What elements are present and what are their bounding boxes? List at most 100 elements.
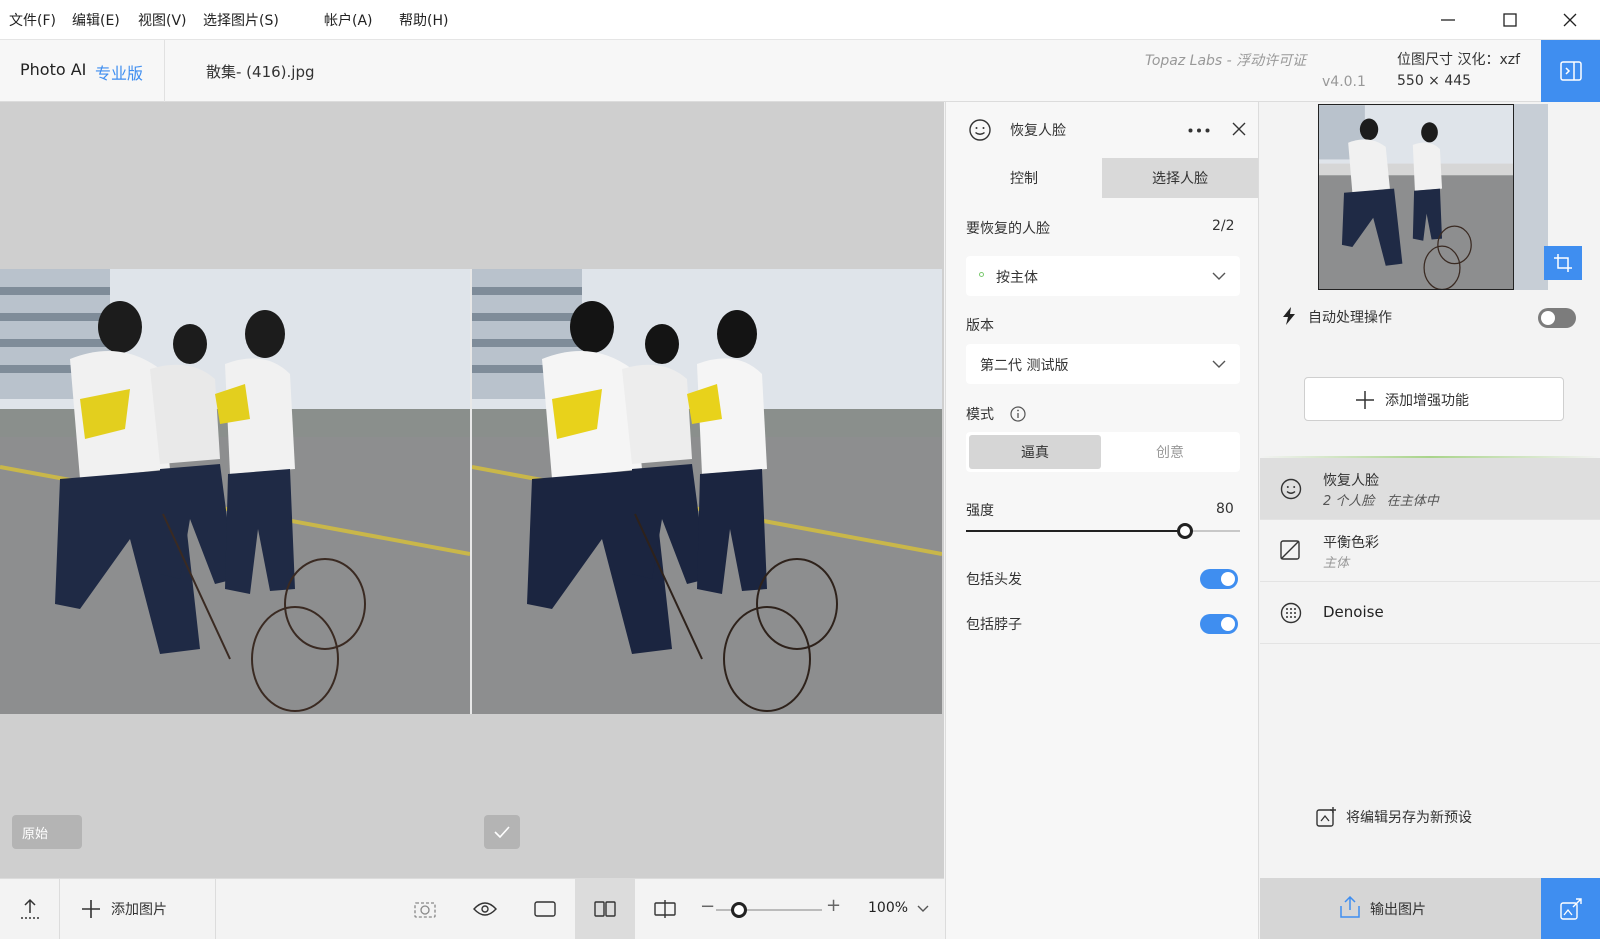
maximize-icon — [1503, 13, 1517, 27]
enhancement-item-denoise[interactable]: Denoise — [1260, 582, 1600, 644]
file-name: 散集- (416).jpg — [206, 63, 315, 81]
face-icon — [969, 119, 991, 141]
single-view-button[interactable] — [520, 879, 570, 939]
mode-realistic-label: 逼真 — [1021, 445, 1049, 461]
version-value: 第二代 测试版 — [980, 358, 1069, 374]
mode-segmented-control: 逼真 创意 — [966, 432, 1240, 472]
version-label: v4.0.1 — [1322, 74, 1366, 90]
license-label: Topaz Labs - 浮动许可证 — [1145, 53, 1307, 69]
zoom-slider[interactable] — [716, 902, 822, 918]
close-panel-icon[interactable] — [1232, 122, 1246, 136]
face-mode-value: 按主体 — [996, 270, 1038, 286]
zoom-slider-thumb[interactable] — [731, 902, 748, 918]
add-enhancement-button[interactable]: 添加增强功能 — [1304, 377, 1564, 421]
include-neck-label: 包括脖子 — [966, 617, 1022, 633]
header-divider — [164, 40, 165, 102]
enhancement-item-face-recovery[interactable]: 恢复人脸 2 个人脸 在主体中 — [1260, 458, 1600, 520]
compare-divider[interactable] — [470, 269, 472, 714]
tab-control[interactable]: 控制 — [946, 158, 1102, 198]
preview-toggle-button[interactable] — [460, 879, 510, 939]
mode-creative-button[interactable]: 创意 — [1104, 435, 1236, 469]
edition-label: 专业版 — [95, 64, 144, 83]
crop-button[interactable] — [1544, 246, 1582, 280]
enhancement-title: 恢复人脸 — [1323, 473, 1379, 489]
zoom-level[interactable]: 100% — [868, 900, 908, 916]
camera-icon — [414, 902, 436, 918]
more-options-icon[interactable] — [1188, 128, 1210, 133]
version-dropdown[interactable]: 第二代 测试版 — [966, 344, 1240, 384]
processed-check-badge — [484, 815, 520, 849]
check-icon — [494, 826, 510, 838]
zoom-out-button[interactable]: − — [700, 896, 715, 917]
bitmap-size-label: 位图尺寸 汉化：xzf — [1397, 52, 1521, 68]
image-canvas[interactable]: 原始 — [0, 102, 944, 878]
info-icon[interactable] — [1010, 406, 1026, 422]
strength-value: 80 — [1216, 501, 1234, 517]
mode-label: 模式 — [966, 407, 994, 423]
sidebar-toggle-icon — [1559, 61, 1582, 81]
chevron-down-icon — [1212, 272, 1226, 280]
processed-image — [472, 269, 942, 714]
lightning-icon — [1283, 307, 1295, 325]
split-view-button[interactable] — [640, 879, 690, 939]
crop-icon — [1554, 254, 1572, 272]
export-label: 输出图片 — [1370, 902, 1426, 918]
upload-icon — [20, 898, 39, 919]
plus-icon — [82, 900, 100, 918]
menu-select-image[interactable]: 选择图片(S) — [203, 10, 279, 30]
enhancement-title: 平衡色彩 — [1323, 535, 1379, 551]
include-hair-toggle[interactable] — [1200, 569, 1238, 589]
version-label: 版本 — [966, 318, 994, 334]
navigator-thumbnail-overflow — [1514, 104, 1548, 290]
strength-slider-fill — [966, 530, 1186, 532]
chevron-down-icon[interactable] — [917, 905, 929, 913]
save-preset-label: 将编辑另存为新预设 — [1346, 810, 1472, 826]
menu-view[interactable]: 视图(V) — [138, 10, 187, 30]
mode-realistic-button[interactable]: 逼真 — [969, 435, 1101, 469]
tab-select-face[interactable]: 选择人脸 — [1102, 158, 1258, 198]
toggle-sidebar-button[interactable] — [1541, 40, 1600, 102]
enhancement-subtitle: 2 个人脸 在主体中 — [1323, 494, 1439, 509]
strength-slider-thumb[interactable] — [1177, 523, 1194, 539]
export-button[interactable]: 输出图片 — [1260, 878, 1541, 939]
add-image-button[interactable]: 添加图片 — [60, 879, 216, 939]
zoom-in-button[interactable]: + — [826, 895, 841, 916]
quick-export-button[interactable] — [1541, 878, 1600, 939]
faces-count: 2/2 — [1212, 218, 1235, 234]
menu-account[interactable]: 帐户(A) — [324, 10, 373, 30]
app-name: Photo AI — [20, 60, 87, 79]
close-window-button[interactable] — [1540, 0, 1600, 40]
face-mode-dropdown[interactable]: 按主体 — [966, 256, 1240, 296]
autopilot-toggle-knob — [1541, 311, 1555, 325]
maximize-button[interactable] — [1480, 0, 1540, 40]
face-recovery-panel: 恢复人脸 控制 选择人脸 要恢复的人脸 2/2 按主体 版本 第二代 测试版 模… — [945, 102, 1259, 939]
enhancement-title: Denoise — [1323, 603, 1384, 621]
include-hair-label: 包括头发 — [966, 572, 1022, 588]
tab-control-label: 控制 — [1010, 171, 1038, 187]
menu-file[interactable]: 文件(F) — [9, 10, 56, 30]
panel-title: 恢复人脸 — [1010, 123, 1066, 139]
enhancement-item-balance-color[interactable]: 平衡色彩 主体 — [1260, 520, 1600, 582]
status-dot — [979, 272, 984, 277]
minimize-button[interactable] — [1418, 0, 1478, 40]
navigator-thumbnail[interactable] — [1318, 104, 1514, 290]
bitmap-size: 550 × 445 — [1397, 73, 1472, 89]
original-image — [0, 269, 470, 714]
autopilot-label: 自动处理操作 — [1308, 310, 1392, 326]
strength-slider[interactable] — [966, 523, 1240, 539]
snapshot-button[interactable] — [400, 879, 450, 939]
image-export-icon — [1559, 897, 1582, 920]
preset-icon — [1316, 807, 1336, 827]
include-neck-toggle[interactable] — [1200, 614, 1238, 634]
right-sidebar: 自动处理操作 添加增强功能 恢复人脸 2 个人脸 在主体中 平衡色彩 主体 De… — [1260, 102, 1600, 939]
single-view-icon — [534, 901, 556, 917]
autopilot-toggle[interactable] — [1538, 308, 1576, 328]
menu-help[interactable]: 帮助(H) — [399, 10, 448, 30]
save-preset-button[interactable]: 将编辑另存为新预设 — [1312, 802, 1552, 832]
menu-bar: 文件(F) 编辑(E) 视图(V) 选择图片(S) 帐户(A) 帮助(H) — [0, 0, 1600, 40]
plus-icon — [1356, 391, 1374, 409]
import-button[interactable] — [0, 879, 60, 939]
enhancement-subtitle: 主体 — [1323, 556, 1350, 571]
menu-edit[interactable]: 编辑(E) — [72, 10, 120, 30]
side-by-side-view-button[interactable] — [575, 879, 635, 939]
